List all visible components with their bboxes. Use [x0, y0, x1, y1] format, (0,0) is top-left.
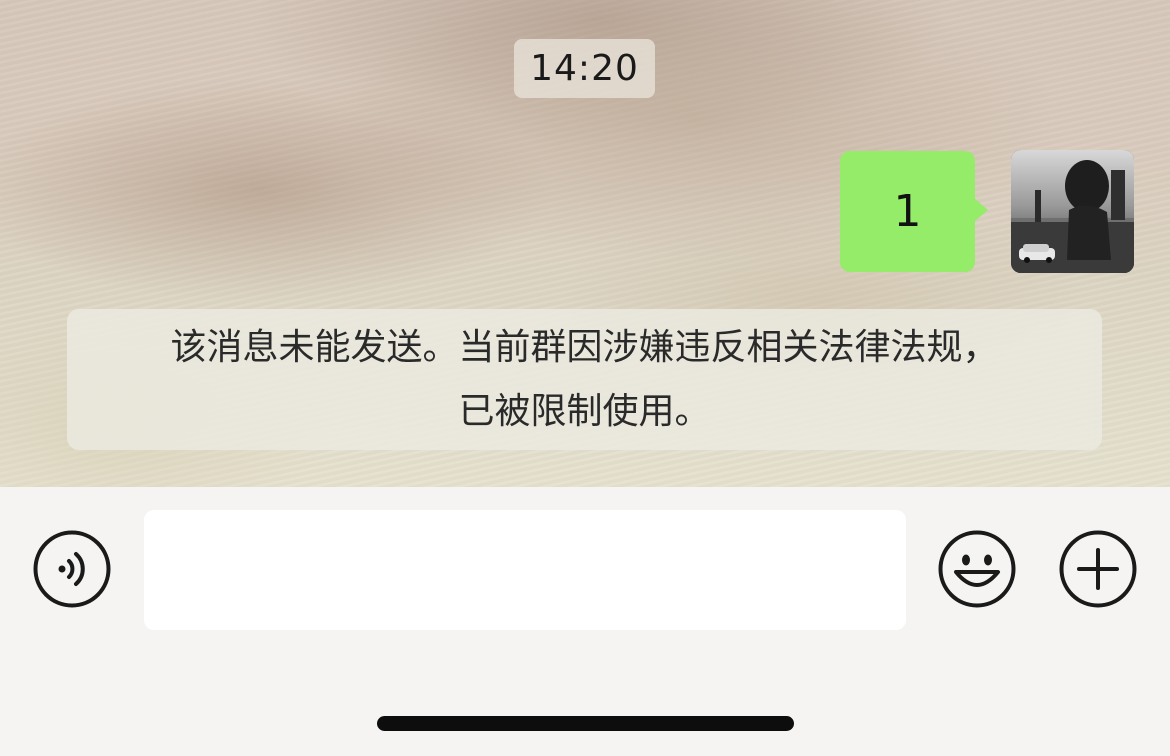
message-timestamp: 14:20: [514, 39, 655, 98]
system-notice-line-1: 该消息未能发送。当前群因涉嫌违反相关法律法规，: [170, 326, 999, 368]
home-indicator[interactable]: [377, 716, 794, 731]
bubble-tail: [974, 198, 988, 222]
message-input[interactable]: [144, 510, 906, 630]
sent-message-bubble[interactable]: 1: [840, 151, 975, 272]
avatar[interactable]: [1011, 150, 1134, 273]
chat-screen: 14:20 1 该消息未能发送。当前群因涉嫌违反相关法律法规， 已被限制使用。: [0, 0, 1170, 756]
system-notice-line-2: 已被限制使用。: [458, 390, 711, 432]
system-notice: 该消息未能发送。当前群因涉嫌违反相关法律法规， 已被限制使用。: [67, 309, 1102, 450]
emoji-icon[interactable]: [938, 530, 1016, 608]
voice-icon[interactable]: [33, 530, 111, 608]
plus-icon[interactable]: [1059, 530, 1137, 608]
avatar-photo: [1011, 150, 1134, 273]
